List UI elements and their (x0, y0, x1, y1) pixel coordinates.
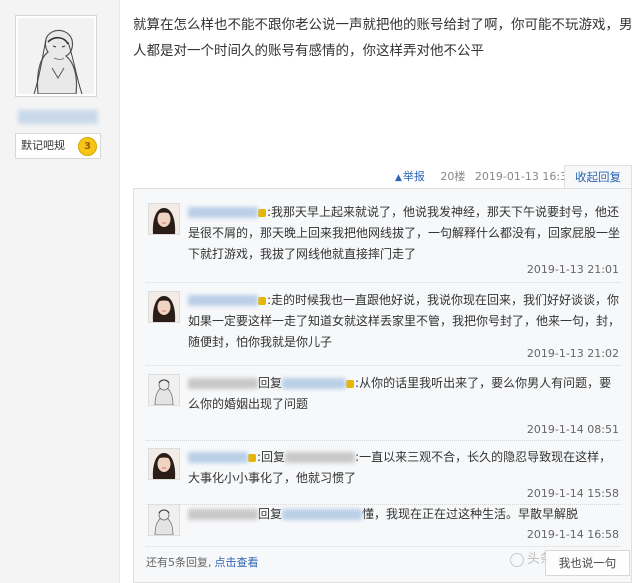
reply-avatar[interactable] (148, 504, 180, 536)
girl-avatar-icon (149, 204, 179, 234)
reply-time: 2019-1-13 21:01 (527, 263, 619, 276)
reply-time-text: 2019-1-14 15:58 (526, 487, 619, 500)
reply-time-text: 2019-1-13 21:01 (526, 263, 619, 276)
reply-author-name[interactable] (188, 509, 258, 520)
toutiao-logo-icon (510, 552, 524, 567)
reply-author-name[interactable] (188, 207, 258, 218)
vip-icon (258, 208, 266, 217)
reply-author-name[interactable] (188, 378, 258, 389)
reply-word: 回复 (258, 507, 283, 521)
reply-avatar[interactable] (148, 203, 180, 235)
post-content: 就算在怎么样也不能不跟你老公说一声就把他的账号给封了啊，你可能不玩游戏，男人都是… (133, 17, 633, 59)
reply-target-name[interactable] (285, 452, 356, 463)
reply-target-name[interactable] (282, 509, 363, 520)
reply-divider (146, 365, 621, 366)
reply-author-name[interactable] (188, 452, 248, 463)
author-name-blurred[interactable] (18, 110, 98, 124)
level-badge-icon: 3 (78, 137, 97, 156)
more-replies-text: 还有5条回复, (146, 556, 212, 569)
author-sidebar: 默记吧规 3 (0, 0, 120, 583)
reply-author-name[interactable] (188, 295, 258, 306)
floor-number: 20楼 (440, 170, 466, 183)
reply-time-text: 2019-1-14 08:51 (526, 423, 619, 436)
post-meta: ▲举报 20楼 2019-01-13 16:34 (395, 168, 580, 186)
reply-body: :回复:一直以来三观不合，长久的隐忍导致现在这样，大事化小小事化了，他就习惯了 (188, 450, 612, 485)
reply-word: 回复 (261, 450, 286, 464)
vip-icon (258, 296, 266, 305)
user-group-label: 默记吧规 (21, 139, 65, 152)
sketch-avatar-icon (149, 505, 179, 535)
collapse-replies-button[interactable]: 收起回复 (564, 165, 632, 189)
reply-body: 回复 懂，我现在正在过这种生活。早散早解脱 (188, 504, 620, 525)
reply-avatar[interactable] (148, 448, 180, 480)
reply-word: 回复 (258, 376, 283, 390)
report-icon: ▲ (395, 173, 402, 183)
sketch-avatar-icon (149, 375, 179, 405)
reply-time: 2019-1-14 15:58 (527, 487, 619, 500)
reply-divider (146, 546, 621, 547)
reply-target-name[interactable] (282, 378, 347, 389)
reply-body: :走的时候我也一直跟他好说，我说你现在回来，我们好好谈谈，你如果一定要这样一走了… (188, 293, 621, 349)
reply-body: 回复:从你的话里我听出来了，要么你男人有问题，要么你的婚姻出现了问题 (188, 376, 612, 411)
reply-avatar[interactable] (148, 291, 180, 323)
girl-avatar-icon (149, 449, 179, 479)
reply-time: 2019-1-13 21:02 (527, 347, 619, 360)
report-link[interactable]: ▲举报 (395, 170, 431, 183)
more-replies: 还有5条回复, 点击查看 (146, 554, 259, 570)
reply-divider (146, 440, 621, 441)
vip-icon (248, 453, 256, 462)
reply-text: 懂，我现在正在过这种生活。早散早解脱 (362, 507, 579, 521)
reply-avatar[interactable] (148, 374, 180, 406)
reply-input-button[interactable]: 我也说一句 (545, 550, 630, 576)
reply-time-text: 2019-1-14 16:58 (526, 528, 619, 541)
reply-time: 2019-1-14 16:58 (527, 528, 619, 541)
view-more-link[interactable]: 点击查看 (215, 556, 259, 569)
reply-time-text: 2019-1-13 21:02 (526, 347, 619, 360)
author-avatar[interactable] (15, 15, 97, 97)
reply-panel: :我那天早上起来就说了，他说我发神经，那天下午说要封号，他还是很不屑的，那天晚上… (133, 188, 632, 583)
post-datetime: 2019-01-13 16:34 (474, 170, 575, 183)
reply-body: :我那天早上起来就说了，他说我发神经，那天下午说要封号，他还是很不屑的，那天晚上… (188, 205, 621, 261)
girl-avatar-icon (149, 292, 179, 322)
sketch-portrait-icon (18, 18, 94, 94)
report-label: 举报 (402, 170, 425, 183)
user-group-tag[interactable]: 默记吧规 3 (15, 133, 101, 159)
vip-icon (346, 379, 355, 388)
reply-time: 2019-1-14 08:51 (527, 423, 619, 436)
reply-divider (146, 282, 621, 283)
